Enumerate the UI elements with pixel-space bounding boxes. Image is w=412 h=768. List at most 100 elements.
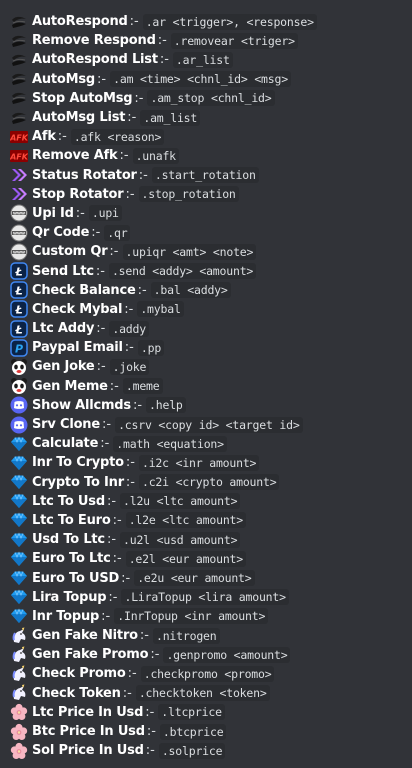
command-separator: :- [96, 321, 106, 337]
command-title: Gen Fake Promo [32, 647, 149, 663]
command-separator: :- [95, 263, 105, 279]
command-row: Remove Respond:- .removear <triger> [0, 31, 412, 50]
command-row: Gen Fake Nitro:- .nitrogen [0, 626, 412, 645]
afk-icon [10, 147, 28, 165]
command-separator: :- [96, 359, 106, 375]
panda-icon [10, 377, 28, 395]
command-row: Afk:- .afk <reason> [0, 127, 412, 146]
command-syntax: .i2c <inr amount> [138, 454, 260, 471]
command-separator: :- [145, 743, 155, 759]
command-syntax: .genpromo <amount> [163, 646, 291, 663]
unicorn-icon [10, 646, 28, 664]
command-title: Gen Fake Nitro [32, 628, 138, 644]
litecoin-icon [10, 262, 28, 280]
unicorn-icon [10, 627, 28, 645]
command-syntax: .btcprice [159, 723, 227, 740]
swirl-icon [10, 109, 28, 127]
command-separator: :- [75, 205, 85, 221]
command-separator: :- [100, 436, 110, 452]
command-title: Euro To USD [32, 570, 120, 586]
globe-icon [10, 204, 28, 222]
flower-icon [10, 723, 28, 741]
command-title: Stop AutoMsg [32, 90, 133, 106]
litecoin-icon [10, 300, 28, 318]
command-row: Gen Meme:- .meme [0, 377, 412, 396]
command-syntax: .am_stop <chnl_id> [147, 90, 275, 107]
command-title: Btc Price In Usd [32, 724, 145, 740]
command-separator: :- [124, 340, 134, 356]
command-syntax: .e2l <eur amount> [125, 550, 246, 567]
command-row: Custom Qr:- .upiqr <amt> <note> [0, 242, 412, 261]
command-title: Sol Price In Usd [32, 743, 144, 759]
swirl-icon [10, 32, 28, 50]
command-title: Check Balance [32, 282, 136, 298]
command-title: Euro To Ltc [32, 551, 111, 567]
command-row: Crypto To Inr:- .c2i <crypto amount> [0, 473, 412, 492]
unicorn-icon [10, 684, 28, 702]
command-title: Gen Joke [32, 359, 95, 375]
command-separator: :- [57, 129, 67, 145]
command-row: Ltc To Euro:- .l2e <ltc amount> [0, 511, 412, 530]
command-syntax: .addy [109, 320, 149, 337]
command-title: AutoRespond List [32, 52, 158, 68]
command-row: Calculate:- .math <equation> [0, 434, 412, 453]
command-syntax: .am_list [140, 109, 201, 126]
command-separator: :- [134, 90, 144, 106]
command-separator: :- [91, 225, 101, 241]
command-syntax: .upiqr <amt> <note> [122, 243, 257, 260]
command-syntax: .e2u <eur amount> [134, 570, 255, 587]
command-title: Inr To Crypto [32, 455, 124, 471]
command-separator: :- [109, 244, 119, 260]
afk-icon [10, 128, 28, 146]
command-syntax: .removear <triger> [170, 32, 298, 49]
command-syntax: .l2u <ltc amount> [120, 493, 241, 510]
command-row: Btc Price In Usd:- .btcprice [0, 722, 412, 741]
diamond-icon [10, 607, 28, 625]
command-title: Remove Afk [32, 148, 118, 164]
command-row: Check Mybal:- .mybal [0, 300, 412, 319]
command-separator: :- [125, 186, 135, 202]
swirl-icon [10, 13, 28, 31]
command-title: Check Token [32, 685, 121, 701]
command-syntax: .ar <trigger>, <response> [142, 13, 317, 30]
globe-icon [10, 224, 28, 242]
command-syntax: .l2e <ltc amount> [125, 512, 246, 529]
discord-icon [10, 416, 28, 434]
command-syntax: .stop_rotation [138, 186, 239, 203]
command-separator: :- [109, 378, 119, 394]
command-title: Custom Qr [32, 244, 108, 260]
command-row: Euro To USD:- .e2u <eur amount> [0, 568, 412, 587]
command-syntax: .nitrogen [152, 627, 220, 644]
command-title: Ltc To Euro [32, 512, 111, 528]
command-row: Euro To Ltc:- .e2l <eur amount> [0, 549, 412, 568]
command-separator: :- [112, 551, 122, 567]
command-syntax: .ltcprice [158, 704, 225, 721]
command-title: Afk [32, 129, 56, 145]
command-separator: :- [145, 704, 155, 720]
command-title: Paypal Email [32, 340, 123, 356]
command-title: AutoMsg List [32, 110, 126, 126]
command-separator: :- [121, 570, 131, 586]
diamond-icon [10, 588, 28, 606]
command-separator: :- [127, 110, 137, 126]
diamond-icon [10, 550, 28, 568]
command-separator: :- [138, 167, 148, 183]
command-separator: :- [108, 589, 118, 605]
command-row: Upi Id:- .upi [0, 204, 412, 223]
diamond-icon [10, 435, 28, 453]
command-row: Ltc To Usd:- .l2u <ltc amount> [0, 492, 412, 511]
command-separator: :- [137, 282, 147, 298]
command-title: Qr Code [32, 225, 90, 241]
command-separator: :- [122, 685, 132, 701]
command-separator: :- [106, 532, 117, 548]
command-syntax: .solprice [158, 742, 226, 759]
command-row: Check Balance:- .bal <addy> [0, 281, 412, 300]
diamond-icon [10, 569, 28, 587]
command-syntax: .u2l <usd amount> [120, 531, 241, 548]
command-syntax: .help [146, 397, 186, 414]
command-syntax: .joke [109, 358, 150, 375]
diamond-icon [10, 492, 28, 510]
command-separator: :- [146, 724, 156, 740]
command-separator: :- [124, 301, 134, 317]
command-title: Ltc Addy [32, 321, 95, 337]
